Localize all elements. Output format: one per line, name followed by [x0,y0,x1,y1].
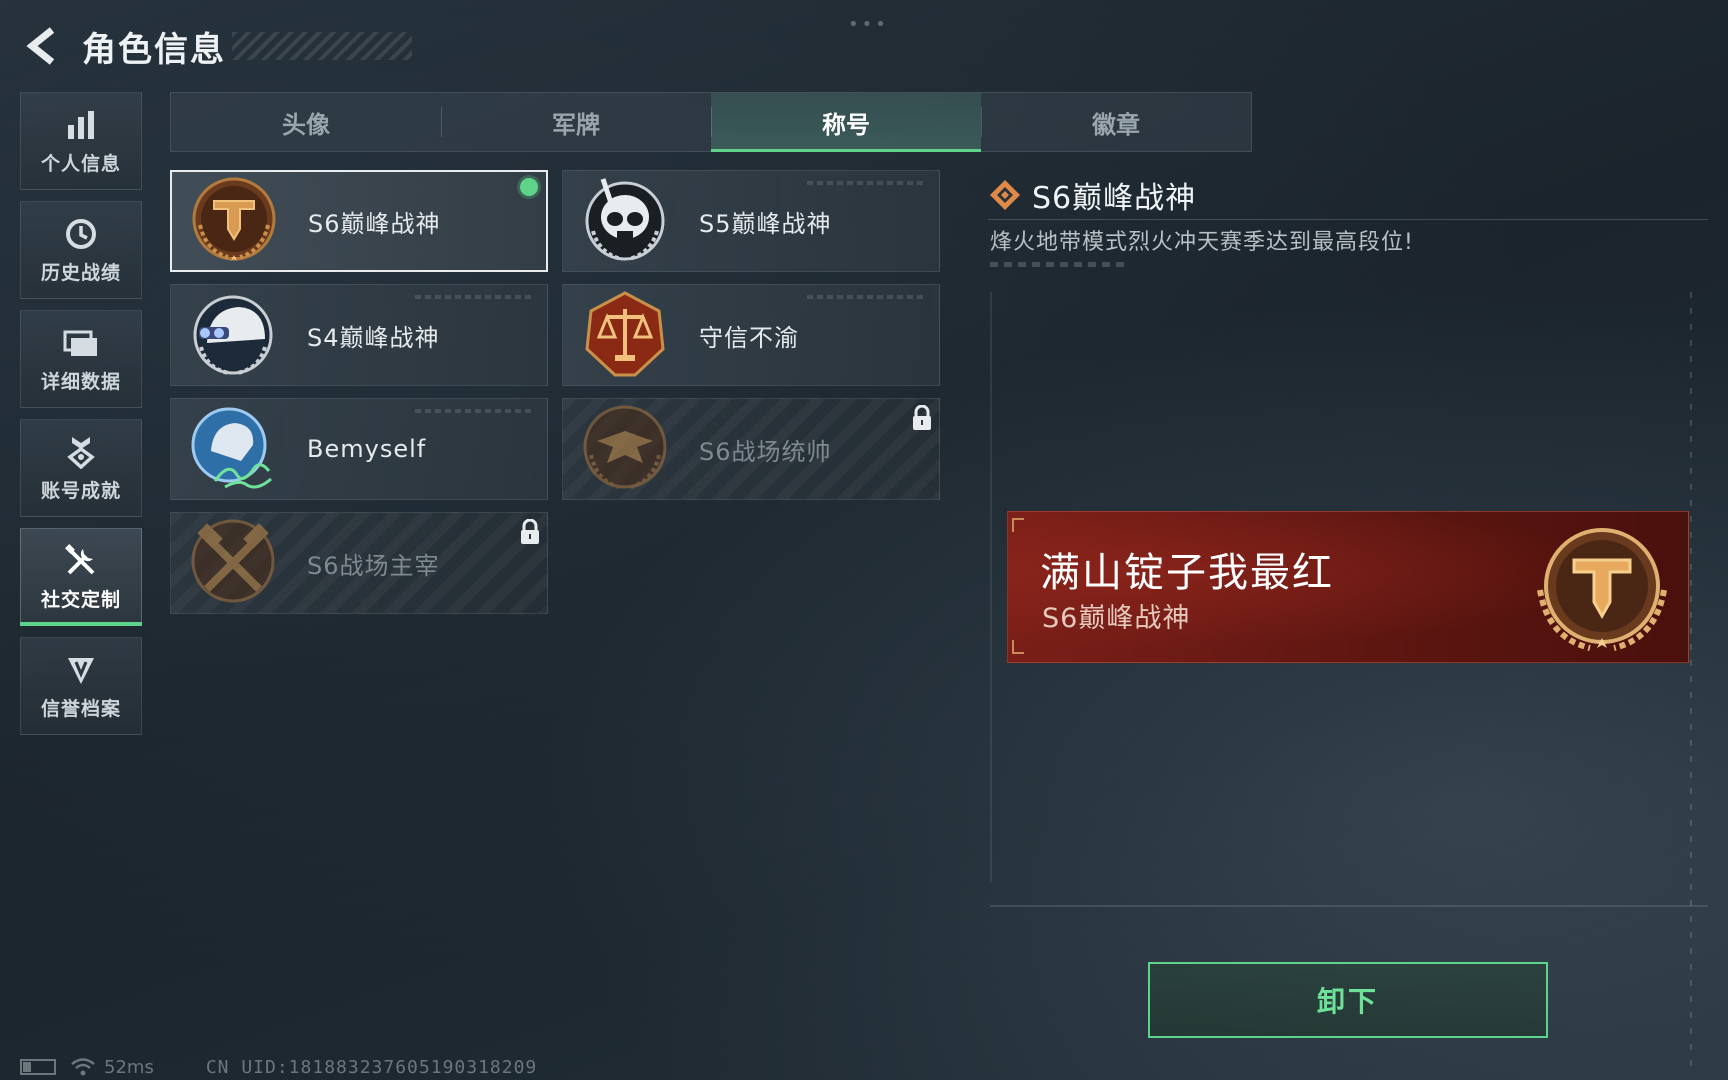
sidebar-item-reputation[interactable]: 信誉档案 [20,637,142,735]
sidebar-item-history[interactable]: 历史战绩 [20,201,142,299]
detail-description: 烽火地带模式烈火冲天赛季达到最高段位! [990,230,1414,255]
title-decoration [232,32,412,60]
title-card-trustworthy[interactable]: 守信不渝 [562,284,940,386]
bar-chart-icon [63,107,99,143]
sidebar: 个人信息 历史战绩 详细数据 账号成就 社交定制 信誉档案 [20,92,144,746]
tab-badge[interactable]: 徽章 [981,93,1251,151]
sidebar-item-social-custom[interactable]: 社交定制 [20,528,142,626]
title-card-s6-commander[interactable]: S6战场统帅 [562,398,940,500]
s6-peak-medal-icon [1537,528,1667,651]
shield-icon [63,652,99,688]
title-card-s6-peak[interactable]: S6巅峰战神 [170,170,548,272]
preview-title: S6巅峰战神 [1042,603,1191,634]
title-card-label: Bemyself [307,435,427,463]
ping-text: 52ms [104,1056,154,1078]
frame-line [990,905,1708,907]
sidebar-item-label: 历史战绩 [40,261,121,284]
tab-dogtag[interactable]: 军牌 [441,93,711,151]
tab-avatar[interactable]: 头像 [171,93,441,151]
detail-title: S6巅峰战神 [1032,180,1197,216]
signature-medal-icon [191,407,272,489]
sidebar-item-label: 个人信息 [40,152,121,175]
title-card-label: S6战场主宰 [307,551,440,580]
description-decoration [990,262,1126,267]
title-card-label: S4巅峰战神 [307,323,440,352]
title-card-s4-peak[interactable]: S4巅峰战神 [170,284,548,386]
sidebar-item-personal-info[interactable]: 个人信息 [20,92,142,190]
skull-medal-icon [585,178,665,261]
header: 角色信息 [20,18,412,74]
tools-icon [63,543,99,579]
eagle-medal-icon [583,405,667,489]
status-bar: 52ms CN UID:1818832376051903182​09 [20,1056,537,1078]
medal-icon [63,434,99,470]
s6-peak-medal-icon [192,177,276,261]
back-button[interactable] [20,21,64,71]
title-card-label: S6战场统帅 [699,437,832,466]
tab-title[interactable]: 称号 [711,93,981,152]
title-card-label: 守信不渝 [699,323,799,352]
sidebar-item-achievements[interactable]: 账号成就 [20,419,142,517]
preview-player-name: 满山锭子我最红 [1040,550,1334,596]
title-card-s6-ruler[interactable]: S6战场主宰 [170,512,548,614]
sidebar-item-label: 详细数据 [40,370,121,393]
card-decoration [807,181,927,185]
scales-medal-icon [585,291,665,377]
battery-icon [20,1059,56,1075]
lock-icon [521,519,539,544]
card-decoration [807,295,927,299]
equipped-indicator [520,178,538,196]
banner-corner [1012,518,1024,532]
sidebar-item-label: 信誉档案 [40,697,121,720]
sidebar-item-label: 账号成就 [40,479,121,502]
back-arrow-icon [26,27,55,65]
frame-line [990,292,992,882]
page-title: 角色信息 [82,29,226,70]
diamond-icon [990,179,1020,210]
folder-icon [63,325,99,361]
frame-line [1690,292,1692,1072]
card-decoration [415,295,535,299]
title-card-label: S6巅峰战神 [308,209,441,238]
detail-header: S6巅峰战神 [988,170,1708,220]
clock-icon [63,216,99,252]
crossed-hammers-medal-icon [191,519,275,603]
lock-icon [913,405,931,430]
uid-text: CN UID:1818832376051903182​09 [205,1056,538,1078]
title-card-label: S5巅峰战神 [699,209,832,238]
top-indicator: ••• [848,14,889,35]
tab-bar: 头像 军牌 称号 徽章 [170,92,1252,152]
banner-corner [1012,640,1024,654]
title-card-bemyself[interactable]: Bemyself [170,398,548,500]
helmet-medal-icon [193,295,273,375]
sidebar-item-label: 社交定制 [40,588,121,611]
wifi-icon [71,1058,95,1076]
sidebar-item-detailed-data[interactable]: 详细数据 [20,310,142,408]
title-card-s5-peak[interactable]: S5巅峰战神 [562,170,940,272]
unequip-button[interactable]: 卸下 [1148,962,1548,1038]
card-decoration [415,409,535,413]
